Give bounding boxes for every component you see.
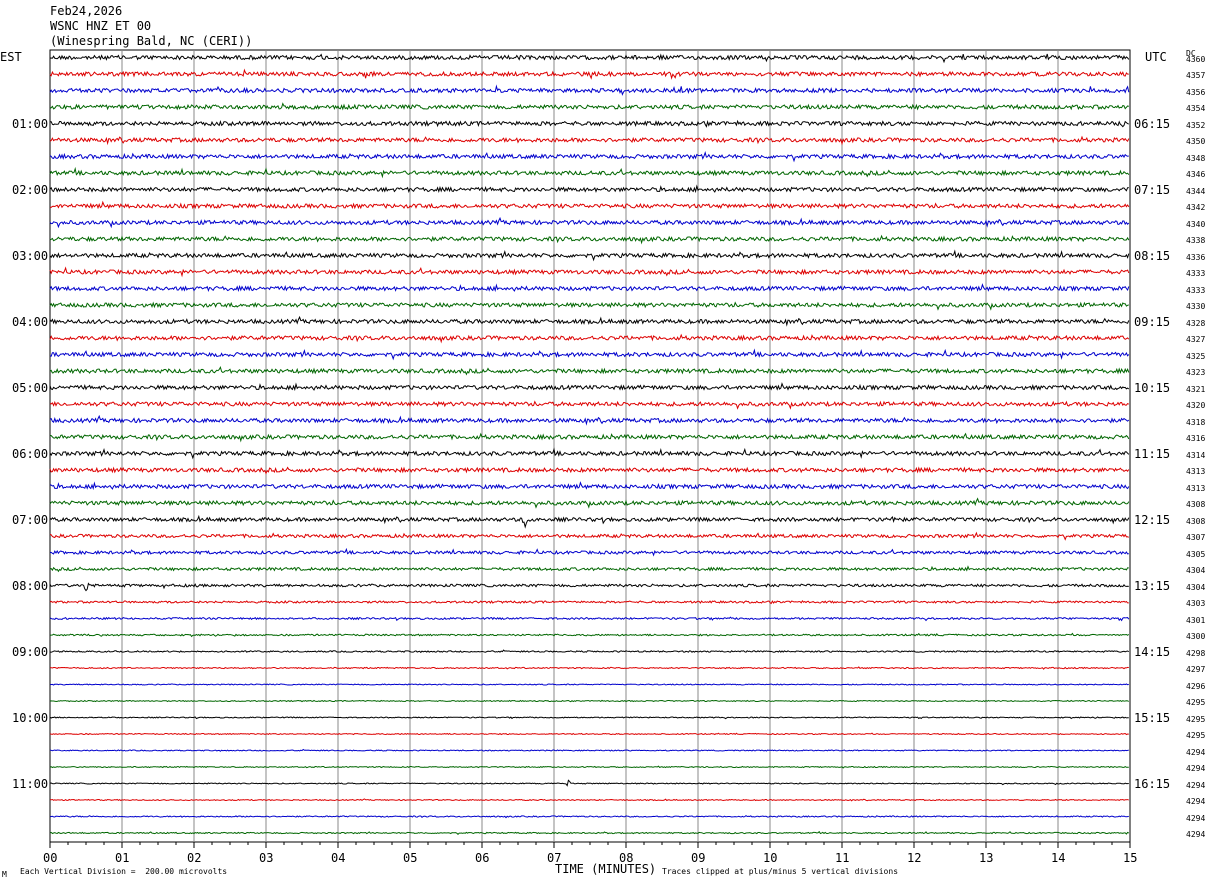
trace-row-48 (49, 830, 1130, 835)
trace-row-19 (49, 348, 1130, 361)
trace-row-1 (49, 53, 1130, 64)
trace-row-17 (49, 315, 1130, 327)
plot-frame (49, 49, 1131, 843)
trace-row-24 (49, 432, 1130, 443)
trace-row-28 (49, 497, 1130, 509)
trace-row-32 (49, 565, 1129, 573)
trace-row-14 (49, 266, 1130, 278)
trace-row-9 (49, 184, 1129, 194)
trace-row-7 (49, 151, 1129, 163)
x-axis-title: TIME (MINUTES) (555, 862, 657, 876)
trace-row-12 (49, 234, 1130, 245)
trace-row-35 (49, 616, 1130, 622)
seismogram-plot (49, 49, 1131, 848)
trace-row-23 (49, 414, 1130, 426)
trace-row-29 (49, 514, 1130, 529)
trace-row-36 (49, 632, 1130, 638)
trace-row-18 (49, 333, 1130, 344)
trace-row-41 (49, 716, 1129, 720)
trace-row-46 (49, 798, 1129, 802)
trace-row-33 (49, 582, 1129, 592)
trace-row-21 (49, 382, 1130, 392)
footer-marker: M (2, 870, 7, 879)
trace-row-43 (49, 748, 1129, 752)
trace-row-25 (49, 447, 1130, 460)
trace-row-45 (49, 779, 1129, 787)
trace-row-15 (49, 283, 1130, 293)
trace-row-40 (49, 699, 1129, 703)
trace-row-5 (49, 119, 1129, 128)
trace-row-26 (49, 466, 1130, 475)
trace-row-47 (49, 814, 1129, 819)
trace-row-20 (49, 365, 1130, 376)
trace-row-10 (49, 200, 1130, 210)
trace-row-11 (49, 216, 1130, 229)
trace-row-31 (49, 547, 1129, 557)
trace-row-22 (49, 400, 1130, 410)
clip-note: Traces clipped at plus/minus 5 vertical … (662, 867, 899, 876)
trace-row-34 (49, 599, 1129, 605)
trace-row-8 (49, 166, 1130, 179)
trace-row-13 (49, 249, 1130, 262)
trace-row-6 (49, 135, 1130, 146)
trace-row-44 (49, 765, 1129, 769)
trace-row-38 (49, 666, 1129, 670)
trace-row-42 (49, 732, 1129, 736)
trace-row-3 (49, 84, 1130, 96)
trace-row-37 (49, 649, 1130, 654)
trace-row-16 (49, 301, 1129, 311)
trace-row-39 (49, 683, 1129, 686)
trace-row-2 (49, 68, 1129, 80)
trace-row-4 (49, 102, 1129, 111)
trace-row-30 (49, 531, 1130, 541)
division-note: Each Vertical Division = 200.00 microvol… (20, 867, 228, 876)
trace-row-27 (49, 481, 1130, 491)
